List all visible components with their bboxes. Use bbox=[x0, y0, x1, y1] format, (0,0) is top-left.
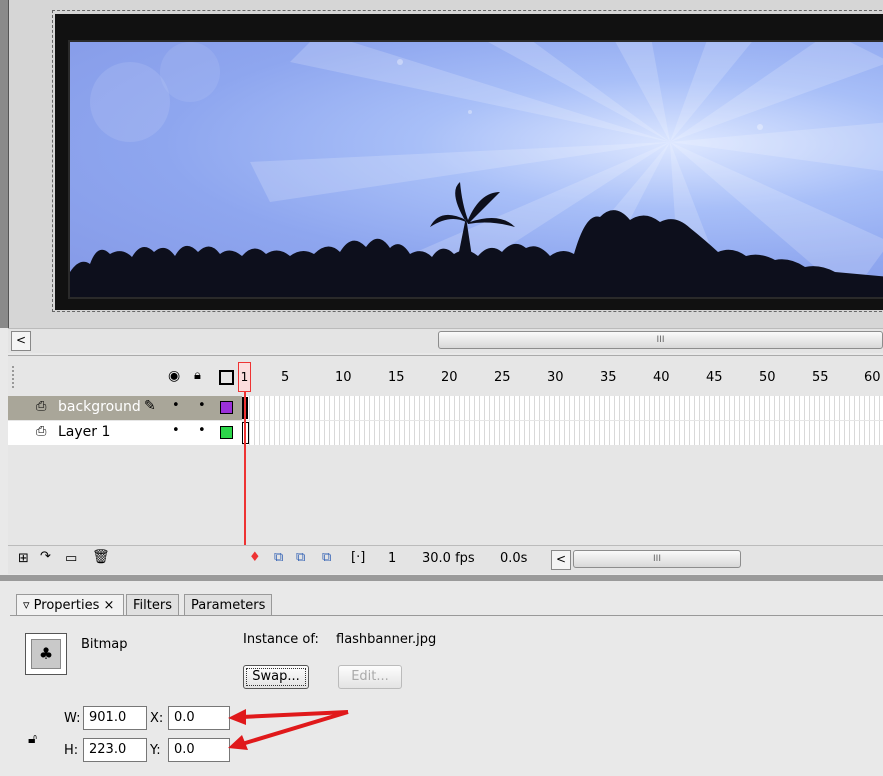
layer-row-background[interactable]: ⎙ background ✎ • • bbox=[8, 396, 242, 420]
current-frame-readout: 1 bbox=[388, 551, 397, 566]
bitmap-thumbnail: ♣ bbox=[25, 633, 67, 675]
frame-number: 55 bbox=[812, 370, 829, 385]
instance-of-label: Instance of: bbox=[243, 632, 319, 647]
lock-dot[interactable]: • bbox=[198, 398, 206, 413]
edit-multiple-frames-icon[interactable]: ⧉ bbox=[322, 550, 331, 565]
motion-guide-icon[interactable]: ↷ bbox=[40, 549, 51, 564]
annotation-arrows bbox=[228, 709, 349, 750]
edit-button[interactable]: Edit... bbox=[338, 665, 402, 689]
frame-number: 35 bbox=[600, 370, 617, 385]
tree-icon: ♣ bbox=[31, 639, 61, 669]
tab-parameters[interactable]: Parameters bbox=[184, 594, 273, 616]
y-label: Y: bbox=[150, 743, 161, 758]
instance-name: flashbanner.jpg bbox=[336, 632, 437, 647]
visibility-dot[interactable]: • bbox=[172, 398, 180, 413]
visibility-dot[interactable]: • bbox=[172, 423, 180, 438]
frame-track-background[interactable] bbox=[245, 396, 883, 420]
banner-artwork bbox=[70, 42, 883, 297]
frame-number: 10 bbox=[335, 370, 352, 385]
frame-number: 45 bbox=[706, 370, 723, 385]
folder-icon[interactable]: ▭ bbox=[65, 551, 77, 566]
layer-name[interactable]: Layer 1 bbox=[58, 424, 110, 440]
tab-arrow-icon: ▿ bbox=[23, 598, 30, 613]
onion-outline-icon[interactable]: ⧉ bbox=[296, 550, 305, 565]
elapsed-readout: 0.0s bbox=[500, 551, 528, 566]
x-label: X: bbox=[150, 711, 164, 726]
layer-icon: ⎙ bbox=[36, 399, 47, 414]
height-label: H: bbox=[64, 743, 79, 758]
center-frame-icon[interactable]: ♦ bbox=[249, 550, 261, 565]
tab-properties[interactable]: ▿ Properties × bbox=[16, 594, 124, 616]
insert-layer-icon[interactable]: ⊞ bbox=[18, 551, 29, 566]
close-icon[interactable]: × bbox=[104, 598, 115, 613]
stage-scroll-thumb[interactable]: III bbox=[438, 331, 883, 349]
width-field[interactable]: 901.0 bbox=[83, 706, 147, 730]
frame-number: 20 bbox=[441, 370, 458, 385]
frame-number: 50 bbox=[759, 370, 776, 385]
panel-edge bbox=[0, 0, 9, 328]
lock-dot[interactable]: • bbox=[198, 423, 206, 438]
onion-skin-icon[interactable]: ⧉ bbox=[274, 550, 283, 565]
frame-number: 60 bbox=[864, 370, 881, 385]
tab-divider bbox=[10, 615, 883, 616]
frame-number: 25 bbox=[494, 370, 511, 385]
eye-icon[interactable]: ◉ bbox=[168, 368, 180, 384]
outline-icon[interactable] bbox=[219, 370, 234, 385]
layer-icon: ⎙ bbox=[36, 424, 47, 439]
height-field[interactable]: 223.0 bbox=[83, 738, 147, 762]
pencil-icon: ✎ bbox=[144, 398, 156, 414]
stage-scroll-left-button[interactable]: < bbox=[11, 331, 31, 351]
playhead-marker[interactable]: 1 bbox=[238, 362, 251, 392]
layer-color-swatch[interactable] bbox=[220, 426, 233, 439]
layer-color-swatch[interactable] bbox=[220, 401, 233, 414]
frame-number: 40 bbox=[653, 370, 670, 385]
symbol-type-label: Bitmap bbox=[81, 637, 128, 652]
width-label: W: bbox=[64, 711, 81, 726]
timeline-panel bbox=[8, 355, 883, 574]
swap-button[interactable]: Swap... bbox=[243, 665, 309, 689]
frame-track-layer1[interactable] bbox=[245, 421, 883, 445]
frame-number: 15 bbox=[388, 370, 405, 385]
tab-filters[interactable]: Filters bbox=[126, 594, 179, 616]
banner-image[interactable] bbox=[68, 40, 883, 299]
tab-label: Properties bbox=[33, 598, 100, 613]
frame-number: 30 bbox=[547, 370, 564, 385]
timeline-grip[interactable] bbox=[12, 366, 18, 388]
playhead[interactable] bbox=[244, 366, 246, 573]
lock-proportions-icon[interactable]: 🔓︎ bbox=[28, 731, 37, 747]
modify-markers-icon[interactable]: [·] bbox=[351, 550, 365, 565]
layer-name[interactable]: background bbox=[58, 399, 141, 415]
lock-icon[interactable]: 🔒︎ bbox=[194, 368, 201, 383]
trash-icon[interactable]: 🗑︎ bbox=[92, 549, 110, 565]
layer-row-layer1[interactable]: ⎙ Layer 1 • • bbox=[8, 421, 242, 445]
frame-number: 5 bbox=[281, 370, 290, 385]
timeline-scroll-left-button[interactable]: < bbox=[551, 550, 571, 570]
fps-readout[interactable]: 30.0 fps bbox=[422, 551, 475, 566]
timeline-scroll-thumb[interactable]: III bbox=[573, 550, 741, 568]
